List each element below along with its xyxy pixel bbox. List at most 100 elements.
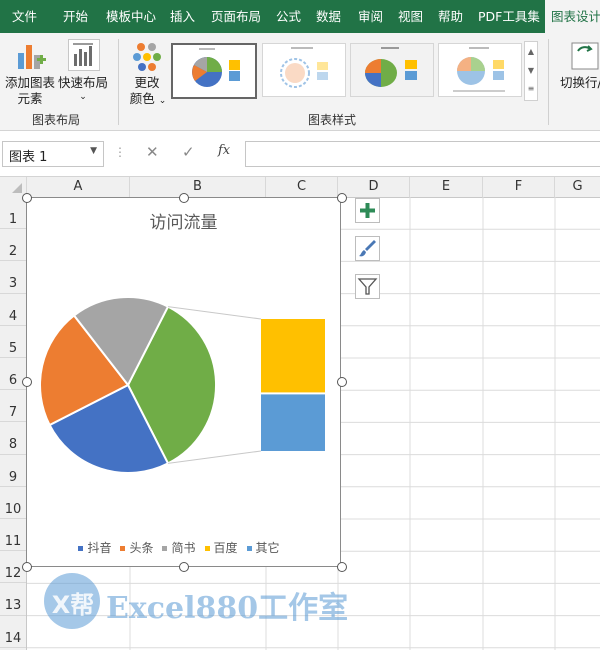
switch-row-column-icon[interactable]	[570, 41, 600, 71]
legend-swatch	[162, 546, 168, 551]
chart-filters-button[interactable]	[355, 274, 380, 299]
legend-label: 头条	[129, 541, 154, 555]
column-header-a[interactable]: A	[27, 177, 130, 197]
row-header-1[interactable]: 1	[0, 197, 26, 230]
chart-elements-button[interactable]	[355, 198, 380, 223]
row-header-10[interactable]: 10	[0, 487, 26, 519]
row-header-14[interactable]: 14	[0, 616, 26, 648]
resize-handle-t[interactable]	[179, 193, 189, 203]
legend-item[interactable]: 头条	[120, 541, 153, 555]
insert-function-icon[interactable]: fx	[218, 143, 230, 158]
row-header-2[interactable]: 2	[0, 229, 26, 262]
legend-item[interactable]: 百度	[204, 541, 238, 555]
legend-label: 其它	[255, 541, 280, 555]
plus-icon	[360, 203, 375, 218]
row-header-9[interactable]: 9	[0, 455, 26, 487]
tab-view[interactable]: 视图	[398, 0, 423, 33]
tab-formulas[interactable]: 公式	[276, 0, 301, 33]
legend-swatch	[246, 546, 252, 551]
column-header-b[interactable]: B	[130, 177, 266, 197]
resize-handle-r[interactable]	[337, 377, 347, 387]
chart-style-thumb-2[interactable]	[262, 43, 346, 97]
legend-label: 百度	[213, 541, 238, 555]
column-headers: A B C D E F G	[0, 177, 600, 198]
formula-bar: 图表 1 ▼ ⋮ ✕ ✓ fx	[0, 131, 600, 177]
tab-home[interactable]: 开始	[63, 0, 88, 33]
name-box-value: 图表 1	[9, 150, 48, 165]
resize-handle-bl[interactable]	[22, 562, 32, 572]
row-header-7[interactable]: 7	[0, 390, 26, 423]
change-colors-icon[interactable]	[132, 41, 162, 71]
row-header-11[interactable]: 11	[0, 519, 26, 552]
column-header-c[interactable]: C	[266, 177, 338, 197]
legend-swatch	[78, 546, 84, 551]
bar-segment	[261, 319, 325, 393]
paintbrush-icon	[359, 240, 376, 257]
ribbon-panel: 添加图表 元素 快速布局 ⌄ 图表布局 更改 颜色 ⌄ ▲ ▼ ≡ 图表样式 切…	[0, 33, 600, 131]
row-header-6[interactable]: 6	[0, 358, 26, 391]
column-header-e[interactable]: E	[410, 177, 483, 197]
change-colors-label-2[interactable]: 颜色 ⌄	[126, 91, 170, 109]
switch-row-column-label[interactable]: 切换行/	[560, 75, 600, 91]
tab-insert[interactable]: 插入	[170, 0, 195, 33]
legend-label: 简书	[171, 541, 196, 555]
chart-layout-group-label: 图表布局	[32, 113, 81, 127]
gallery-down-icon[interactable]: ▼	[525, 61, 537, 80]
ribbon-separator	[118, 39, 119, 125]
row-header-5[interactable]: 5	[0, 326, 26, 358]
legend-item[interactable]: 抖音	[78, 541, 111, 555]
chart-styles-button[interactable]	[355, 236, 380, 261]
resize-handle-tl[interactable]	[22, 193, 32, 203]
column-header-d[interactable]: D	[338, 177, 410, 197]
ribbon-separator	[548, 39, 549, 125]
row-header-3[interactable]: 3	[0, 261, 26, 294]
bar-segment	[261, 394, 325, 451]
enter-icon[interactable]: ✓	[182, 143, 195, 161]
tab-help[interactable]: 帮助	[438, 0, 463, 33]
cancel-icon[interactable]: ✕	[146, 143, 159, 161]
watermark-badge: Ⅹ帮	[51, 591, 95, 619]
change-colors-label-1[interactable]: 更改	[128, 75, 166, 91]
row-header-4[interactable]: 4	[0, 294, 26, 326]
resize-handle-l[interactable]	[22, 377, 32, 387]
tab-review[interactable]: 审阅	[358, 0, 383, 33]
tab-templates[interactable]: 模板中心	[106, 0, 156, 33]
add-chart-element-icon[interactable]	[16, 41, 46, 71]
legend-item[interactable]: 其它	[246, 541, 280, 555]
tab-page-layout[interactable]: 页面布局	[211, 0, 261, 33]
row-header-13[interactable]: 13	[0, 583, 26, 616]
pie-plot-area[interactable]	[27, 198, 340, 566]
tab-file[interactable]: 文件	[12, 0, 37, 33]
resize-handle-tr[interactable]	[337, 193, 347, 203]
legend-item[interactable]: 简书	[162, 541, 196, 555]
ribbon-tab-bar: 文件 开始 模板中心 插入 页面布局 公式 数据 审阅 视图 帮助 PDF工具集…	[0, 0, 600, 33]
tab-pdf-tools[interactable]: PDF工具集	[478, 0, 540, 33]
name-box[interactable]: 图表 1 ▼	[2, 141, 104, 167]
formula-input[interactable]	[245, 141, 600, 167]
column-header-f[interactable]: F	[483, 177, 555, 197]
quick-layout-icon[interactable]	[68, 39, 100, 71]
gallery-more-icon[interactable]: ≡	[525, 80, 537, 98]
legend-swatch	[120, 546, 126, 551]
add-chart-element-label-2[interactable]: 元素	[4, 91, 56, 107]
row-headers: 1 2 3 4 5 6 7 8 9 10 11 12 13 14	[0, 197, 27, 650]
chart-styles-group-label: 图表样式	[308, 113, 357, 127]
tab-chart-design[interactable]: 图表设计	[545, 0, 600, 33]
formula-bar-grip-icon: ⋮	[114, 145, 126, 159]
gallery-up-icon[interactable]: ▲	[525, 42, 537, 61]
quick-layout-dropdown-icon[interactable]: ⌄	[58, 89, 108, 105]
add-chart-element-label-1[interactable]: 添加图表	[4, 75, 56, 91]
gallery-scroll[interactable]: ▲ ▼ ≡	[524, 41, 538, 101]
column-header-g[interactable]: G	[555, 177, 600, 197]
chart-object[interactable]: 访问流量 抖音 头条 简书 百度 其它	[26, 197, 341, 567]
chart-style-thumb-4[interactable]	[438, 43, 522, 97]
watermark-text: Excel880工作室	[106, 591, 349, 626]
name-box-dropdown-icon[interactable]: ▼	[90, 146, 97, 156]
funnel-icon	[357, 278, 378, 295]
chart-legend[interactable]: 抖音 头条 简书 百度 其它	[27, 539, 340, 556]
tab-data[interactable]: 数据	[316, 0, 341, 33]
chart-style-thumb-3[interactable]	[350, 43, 434, 97]
row-header-8[interactable]: 8	[0, 422, 26, 455]
change-colors-dropdown-icon[interactable]: ⌄	[159, 96, 167, 106]
chart-style-thumb-1[interactable]	[171, 43, 257, 99]
